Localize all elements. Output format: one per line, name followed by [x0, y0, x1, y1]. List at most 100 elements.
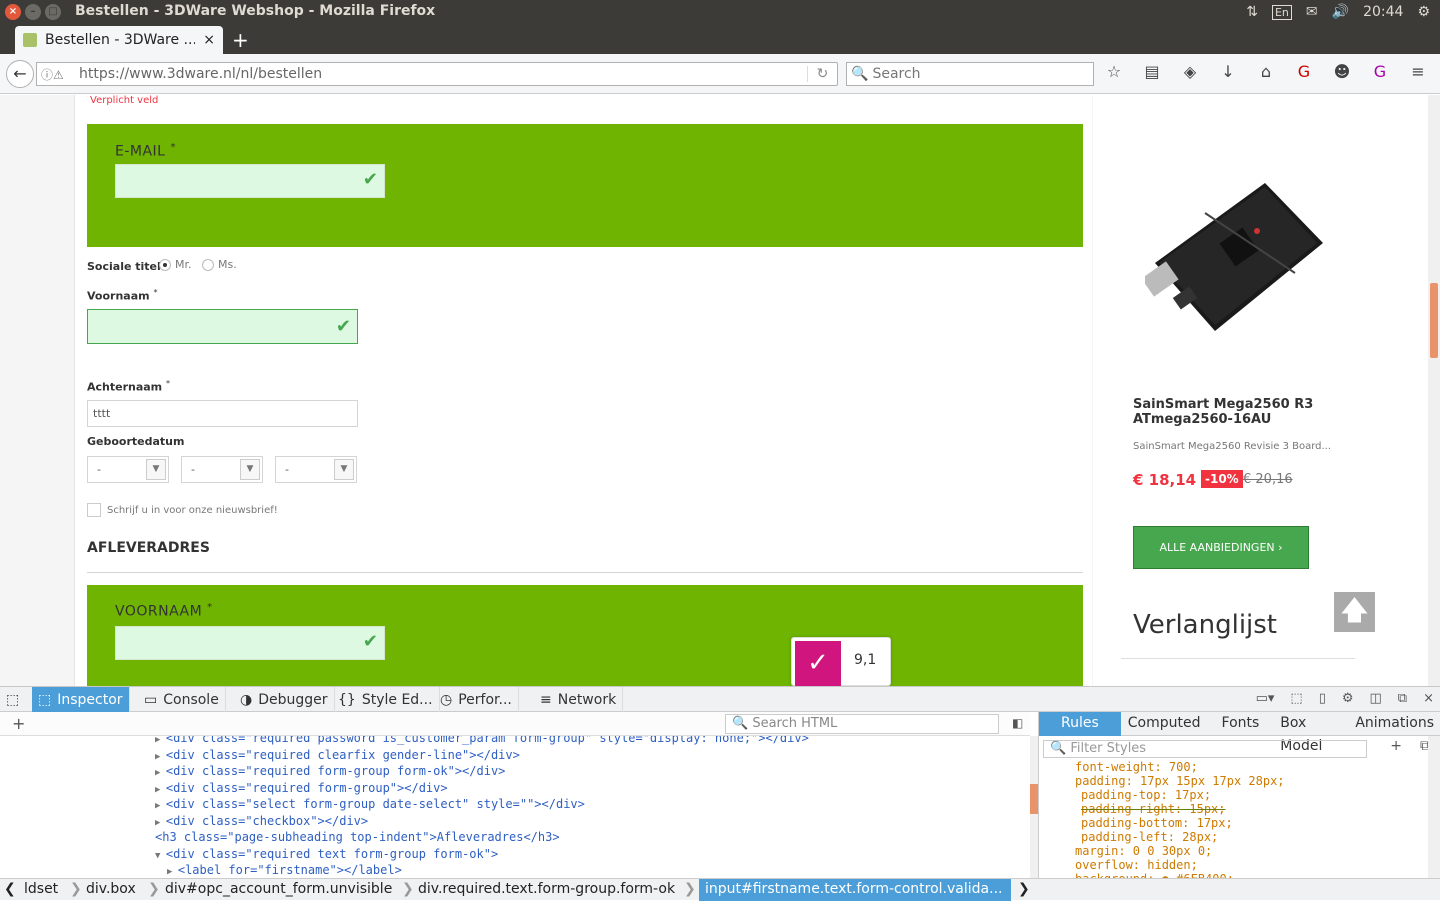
css-declaration[interactable]: font-weight: 700;	[1039, 760, 1429, 774]
css-declaration[interactable]: padding-bottom: 17px;	[1039, 816, 1429, 830]
radio-mr[interactable]: Mr.	[159, 258, 192, 271]
markup-scrollbar[interactable]	[1030, 736, 1038, 878]
reading-list-icon[interactable]: ▤	[1143, 62, 1161, 81]
close-devtools-icon[interactable]: ×	[1423, 691, 1434, 706]
responsive-icon[interactable]: ▯	[1319, 691, 1326, 706]
css-declaration[interactable]: padding-top: 17px;	[1039, 788, 1429, 802]
markup-node[interactable]: ▶ <label for="firstname"></label>	[167, 862, 402, 878]
css-declaration[interactable]: margin: 0 0 30px 0;	[1039, 844, 1429, 858]
tab-inspector[interactable]: ⬚ Inspector	[32, 687, 130, 712]
tab-computed[interactable]: Computed	[1121, 712, 1208, 736]
dock-side-icon[interactable]: ◫	[1370, 691, 1382, 706]
css-declaration[interactable]: overflow: hidden;	[1039, 858, 1429, 872]
breadcrumb-item-active[interactable]: input#firstname.text.form-control.valida…	[699, 879, 1011, 901]
firstname-field[interactable]: ✔	[87, 309, 358, 344]
tab-animations[interactable]: Animations	[1348, 712, 1440, 736]
collapsed-twisty-icon[interactable]: ▶	[155, 768, 166, 778]
menu-icon[interactable]: ≡	[1409, 62, 1427, 81]
filter-styles-input[interactable]: 🔍 Filter Styles	[1043, 740, 1367, 758]
markup-node[interactable]: ▶ <div class="required form-group form-o…	[155, 763, 505, 779]
breadcrumb-item[interactable]: div#opc_account_form.unvisible	[165, 879, 392, 901]
clock[interactable]: 20:44	[1363, 4, 1403, 20]
radio-ms[interactable]: Ms.	[202, 258, 237, 271]
extension-gm-icon[interactable]: G	[1295, 62, 1313, 81]
lastname-field[interactable]: tttt	[87, 400, 358, 427]
tab-performance[interactable]: ◷ Perfor...	[434, 687, 519, 712]
markup-node[interactable]: ▶ <div class="checkbox"></div>	[155, 813, 368, 829]
mail-icon[interactable]: ✉	[1306, 4, 1318, 20]
css-declaration[interactable]: padding-left: 28px;	[1039, 830, 1429, 844]
toggle-sidebar-icon[interactable]: ◧	[1012, 716, 1023, 730]
new-tab-button[interactable]: +	[232, 28, 249, 52]
product-title[interactable]: SainSmart Mega2560 R3 ATmega2560-16AU	[1133, 397, 1333, 427]
markup-node[interactable]: ▶ <div class="required password is_custo…	[155, 736, 809, 746]
tab-fonts[interactable]: Fonts	[1208, 712, 1274, 736]
collapsed-twisty-icon[interactable]: ▶	[167, 867, 178, 877]
tab-box-model[interactable]: Box Model	[1273, 712, 1348, 754]
scrollbar-thumb[interactable]	[1030, 784, 1038, 814]
tab-bestellen[interactable]: Bestellen - 3DWare ... ×	[15, 26, 223, 54]
markup-node[interactable]: ▶ <div class="required form-group"></div…	[155, 780, 448, 796]
settings-icon[interactable]: ⚙	[1342, 691, 1354, 706]
search-input[interactable]: 🔍 Search	[846, 62, 1094, 86]
network-icon[interactable]: ⇅	[1246, 4, 1258, 20]
reload-icon[interactable]: ↻	[807, 66, 837, 82]
frame-icon[interactable]: ⬚	[1290, 691, 1302, 706]
all-offers-button[interactable]: ALLE AANBIEDINGEN ›	[1133, 526, 1309, 569]
url-bar[interactable]: ⓘ⚠ https://www.3dware.nl/nl/bestellen ↻	[36, 62, 838, 86]
collapsed-twisty-icon[interactable]: ▶	[155, 818, 166, 828]
undock-icon[interactable]: ⧉	[1398, 691, 1407, 706]
add-rule-icon[interactable]: +	[1390, 738, 1402, 754]
breadcrumb-item[interactable]: ldset	[24, 879, 58, 901]
delivery-firstname-field[interactable]: ✔	[115, 626, 385, 660]
tab-debugger[interactable]: ◑ Debugger	[234, 687, 335, 712]
collapsed-twisty-icon[interactable]: ▶	[155, 752, 166, 762]
breadcrumb-right-arrow-icon[interactable]: ❯	[1018, 879, 1030, 901]
collapsed-twisty-icon[interactable]: ▶	[155, 736, 166, 745]
pick-element-icon[interactable]: ⬚	[0, 687, 25, 712]
breadcrumb-left-arrow-icon[interactable]: ❮	[4, 879, 16, 901]
volume-icon[interactable]: 🔊	[1332, 4, 1349, 20]
search-html-input[interactable]: 🔍 Search HTML	[725, 714, 999, 734]
pocket-icon[interactable]: ◈	[1181, 62, 1199, 81]
window-maximize-button[interactable]: □	[45, 4, 61, 20]
gear-icon[interactable]: ⚙	[1417, 4, 1430, 20]
tab-rules[interactable]: Rules	[1039, 712, 1121, 736]
back-button[interactable]: ←	[6, 60, 34, 88]
newsletter-checkbox[interactable]: Schrijf u in voor onze nieuwsbrief!	[87, 503, 278, 517]
extension-chat-icon[interactable]: ☻	[1333, 62, 1351, 81]
layout-icon[interactable]: ▭▾	[1256, 691, 1275, 706]
css-declaration[interactable]: padding: 17px 15px 17px 28px;	[1039, 774, 1429, 788]
scrollbar-thumb[interactable]	[1430, 283, 1438, 358]
markup-node[interactable]: ▶ <div class="select form-group date-sel…	[155, 796, 585, 812]
collapsed-twisty-icon[interactable]: ▶	[155, 801, 166, 811]
bookmark-star-icon[interactable]: ☆	[1105, 62, 1123, 81]
add-node-icon[interactable]: +	[12, 714, 25, 733]
keyboard-layout-indicator[interactable]: En	[1271, 4, 1292, 20]
email-field[interactable]: ✔	[115, 164, 385, 198]
tab-network[interactable]: ≡ Network	[534, 687, 624, 712]
url-text[interactable]: https://www.3dware.nl/nl/bestellen	[79, 66, 807, 82]
birth-month-select[interactable]: - ▼	[181, 456, 263, 483]
scroll-to-top-button[interactable]: 🡅	[1334, 592, 1375, 632]
window-minimize-button[interactable]: –	[25, 4, 41, 20]
breadcrumb-item[interactable]: div.required.text.form-group.form-ok	[418, 879, 675, 901]
window-close-button[interactable]: ×	[5, 4, 21, 20]
page-scrollbar[interactable]	[1428, 95, 1440, 686]
product-image[interactable]	[1145, 173, 1325, 333]
tab-style-editor[interactable]: {} Style Ed...	[332, 687, 440, 712]
markup-node[interactable]: <h3 class="page-subheading top-indent">A…	[155, 829, 560, 845]
birth-day-select[interactable]: - ▼	[87, 456, 169, 483]
collapsed-twisty-icon[interactable]: ▶	[155, 785, 166, 795]
tab-close-icon[interactable]: ×	[203, 32, 215, 48]
home-icon[interactable]: ⌂	[1257, 62, 1275, 81]
extension-g-icon[interactable]: G	[1371, 62, 1389, 81]
downloads-icon[interactable]: ↓	[1219, 62, 1237, 81]
markup-node[interactable]: ▼ <div class="required text form-group f…	[155, 846, 498, 862]
site-info-icon[interactable]: ⓘ⚠	[37, 66, 79, 83]
kiyoh-rating-badge[interactable]: ✓ 9,1	[791, 637, 891, 686]
rules-scrollbar[interactable]	[1428, 736, 1440, 878]
tab-console[interactable]: ▭ Console	[138, 687, 226, 712]
breadcrumb-item[interactable]: div.box	[86, 879, 136, 901]
expanded-twisty-icon[interactable]: ▼	[155, 851, 166, 861]
